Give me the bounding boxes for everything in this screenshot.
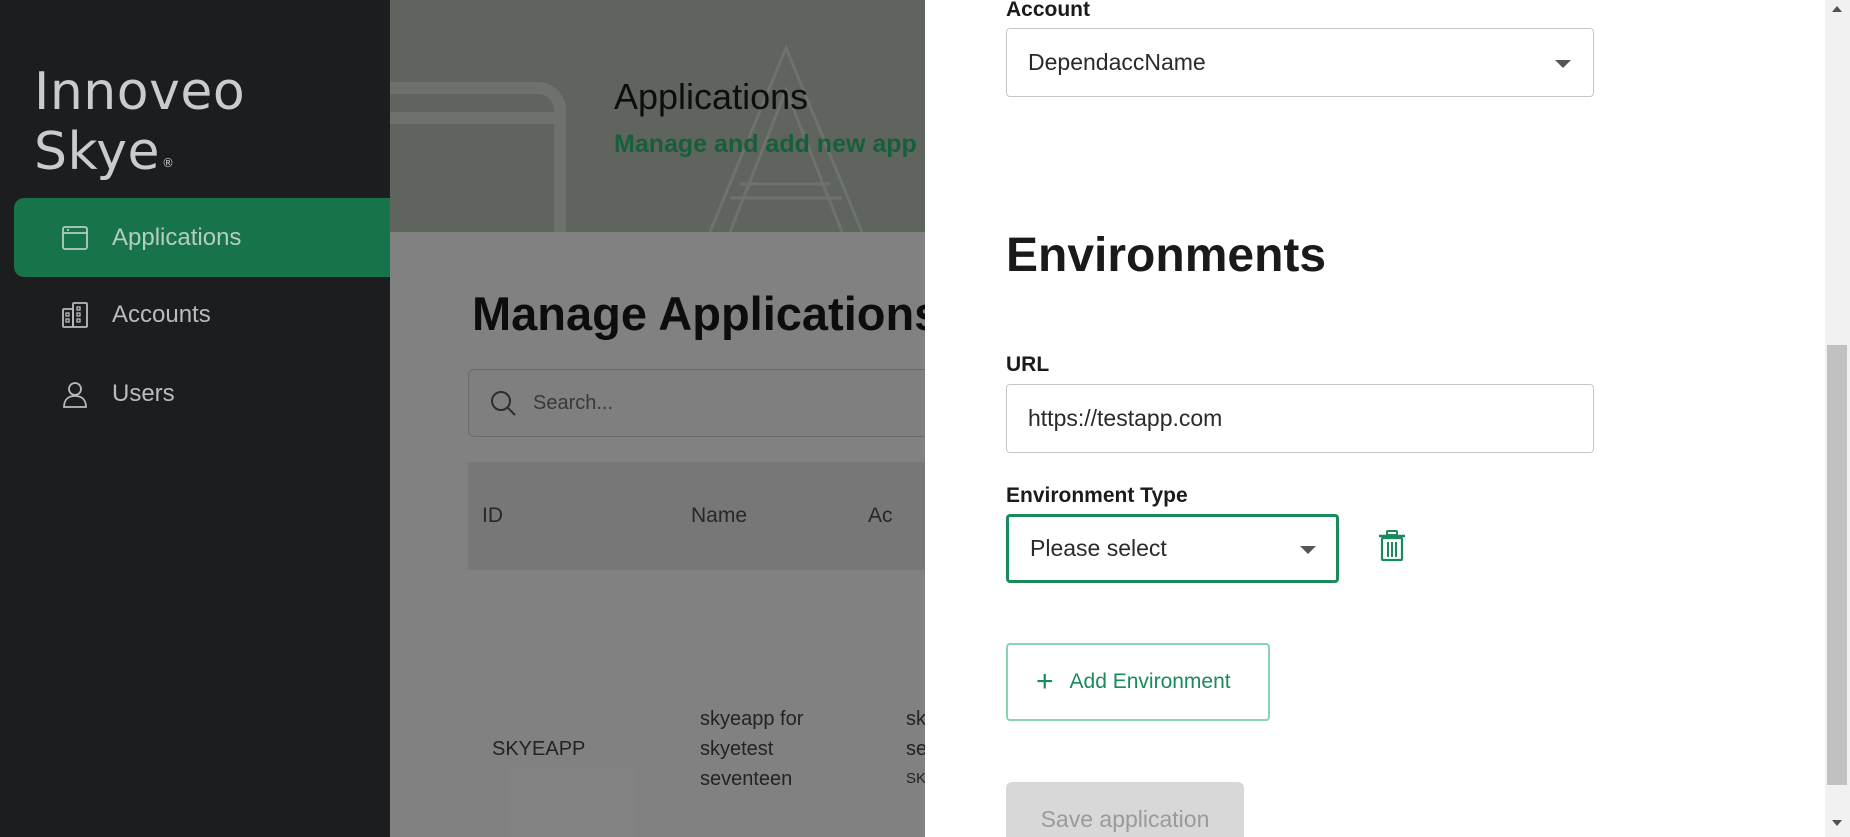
column-header-name[interactable]: Name bbox=[691, 504, 747, 528]
chevron-down-icon bbox=[1300, 546, 1316, 554]
logo-text: Innoveo Skye bbox=[34, 62, 246, 182]
search-icon bbox=[491, 391, 516, 416]
app-logo: Innoveo Skye ® bbox=[34, 62, 390, 182]
sidebar: Innoveo Skye ® Applications Accounts User… bbox=[0, 0, 390, 837]
logo-registered-mark: ® bbox=[162, 156, 175, 170]
user-icon bbox=[63, 381, 87, 408]
scroll-down-arrow-icon[interactable] bbox=[1832, 820, 1842, 826]
url-label: URL bbox=[1006, 353, 1050, 376]
main-content: Applications Manage and add new app Mana… bbox=[390, 0, 925, 837]
scrollbar[interactable] bbox=[1825, 0, 1850, 837]
add-environment-button[interactable]: + Add Environment bbox=[1006, 643, 1270, 721]
url-field-value: https://testapp.com bbox=[1028, 405, 1223, 431]
environment-type-select[interactable]: Please select bbox=[1006, 514, 1339, 583]
scrollbar-thumb[interactable] bbox=[1827, 345, 1847, 785]
environment-type-label: Environment Type bbox=[1006, 484, 1188, 507]
table-header: ID Name Ac bbox=[468, 462, 925, 570]
browser-window-icon bbox=[62, 225, 88, 250]
cell-id: SKYEAPP bbox=[492, 738, 586, 760]
section-title: Manage Applications bbox=[472, 287, 925, 340]
save-application-label: Save application bbox=[1040, 806, 1210, 832]
account-select[interactable]: DependaccName bbox=[1006, 28, 1594, 97]
sidebar-item-label: Applications bbox=[112, 223, 242, 251]
search-input[interactable]: Search... bbox=[468, 369, 925, 437]
sidebar-item-label: Users bbox=[112, 379, 175, 407]
environments-heading: Environments bbox=[1006, 229, 1327, 282]
sidebar-item-users[interactable]: Users bbox=[14, 354, 390, 433]
environment-type-value: Please select bbox=[1030, 535, 1167, 561]
scroll-up-arrow-icon[interactable] bbox=[1832, 6, 1842, 12]
save-application-button[interactable]: Save application bbox=[1006, 782, 1244, 837]
account-select-value: DependaccName bbox=[1028, 49, 1206, 75]
cell-name: skyeapp for bbox=[700, 708, 804, 730]
column-header-account[interactable]: Ac bbox=[868, 504, 893, 528]
cell-account: sk bbox=[906, 708, 925, 730]
sidebar-item-label: Accounts bbox=[112, 300, 211, 328]
cell-account: SK bbox=[906, 770, 925, 787]
account-label: Account bbox=[1006, 0, 1090, 21]
trash-icon[interactable] bbox=[1377, 530, 1407, 562]
sidebar-item-accounts[interactable]: Accounts bbox=[14, 275, 390, 354]
plus-icon: + bbox=[1036, 665, 1054, 698]
cell-name: skyetest bbox=[700, 738, 774, 760]
chevron-down-icon bbox=[1555, 60, 1571, 68]
column-header-id[interactable]: ID bbox=[482, 504, 503, 528]
page-title: Applications bbox=[614, 76, 809, 117]
edit-application-panel: Account DependaccName Environments URL h… bbox=[925, 0, 1825, 837]
cell-account: se bbox=[906, 738, 925, 760]
cell-name: seventeen bbox=[700, 768, 793, 790]
sidebar-item-applications[interactable]: Applications bbox=[14, 198, 390, 277]
page-subtitle: Manage and add new app bbox=[614, 130, 917, 158]
page-hero: Applications Manage and add new app bbox=[390, 0, 925, 232]
building-icon bbox=[62, 301, 88, 328]
url-field[interactable]: https://testapp.com bbox=[1006, 384, 1594, 453]
add-environment-label: Add Environment bbox=[1069, 670, 1231, 693]
search-placeholder: Search... bbox=[533, 391, 614, 414]
